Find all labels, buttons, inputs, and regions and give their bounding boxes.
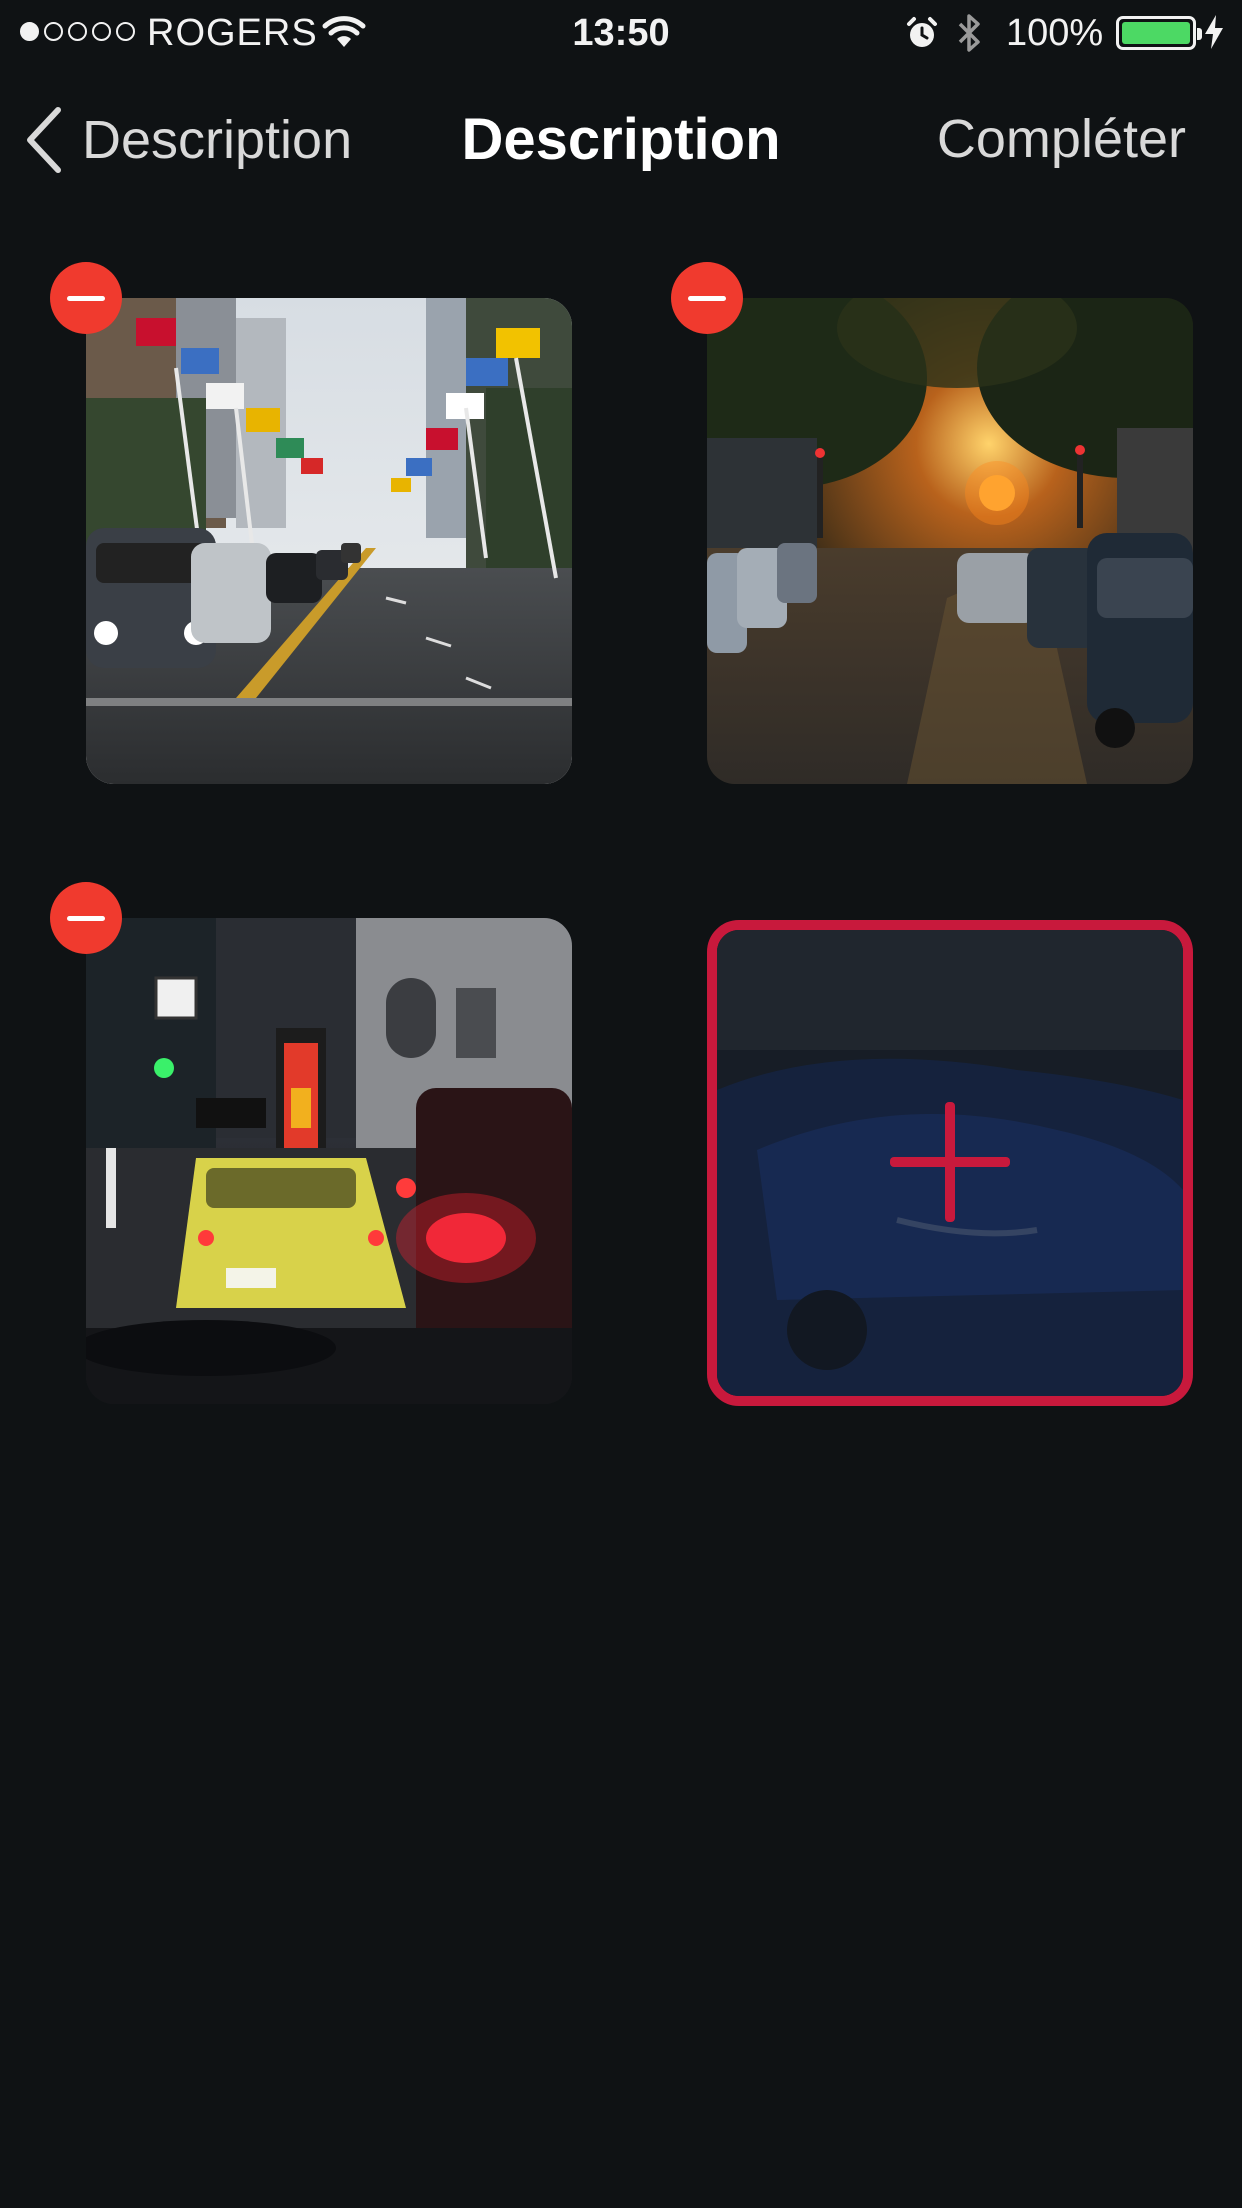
photo-thumbnail-2[interactable] xyxy=(707,298,1193,784)
bluetooth-icon xyxy=(958,14,980,52)
back-button[interactable]: Description xyxy=(24,106,352,174)
navigation-bar: Description Description Compléter xyxy=(0,80,1242,200)
yellow-car-night-photo xyxy=(86,918,572,1404)
remove-icon xyxy=(67,295,105,301)
chevron-left-icon xyxy=(27,107,61,173)
back-label: Description xyxy=(82,110,353,170)
remove-photo-2-button[interactable] xyxy=(671,262,743,334)
remove-icon xyxy=(67,915,105,921)
charging-icon xyxy=(1205,15,1223,49)
add-photo-button[interactable] xyxy=(707,920,1193,1406)
battery-percentage: 100% xyxy=(1006,12,1104,54)
remove-icon xyxy=(688,295,726,301)
remove-photo-3-button[interactable] xyxy=(50,882,122,954)
add-photo-placeholder xyxy=(717,930,1183,1396)
done-button[interactable]: Compléter xyxy=(937,108,1186,170)
remove-photo-1-button[interactable] xyxy=(50,262,122,334)
street-flags-photo xyxy=(86,298,572,784)
alarm-icon xyxy=(907,17,937,47)
photo-thumbnail-1[interactable] xyxy=(86,298,572,784)
sunset-street-photo xyxy=(707,298,1193,784)
photo-thumbnail-3[interactable] xyxy=(86,918,572,1404)
status-bar: ROGERS 13:50 100% xyxy=(0,0,1242,64)
battery-icon xyxy=(1116,16,1202,50)
